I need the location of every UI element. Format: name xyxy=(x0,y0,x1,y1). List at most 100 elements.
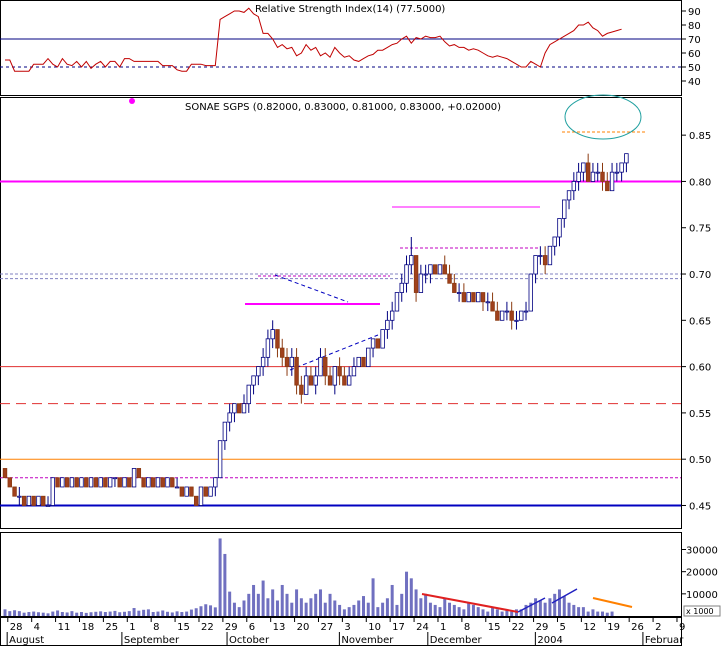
volume-bar xyxy=(113,610,117,616)
candle xyxy=(547,245,553,266)
candle-body-up xyxy=(351,366,357,377)
volume-bar xyxy=(471,604,475,616)
volume-bar xyxy=(108,611,112,616)
volume-bar xyxy=(41,612,45,616)
x-day-label: 11 xyxy=(58,622,71,633)
candle-body-down xyxy=(55,477,60,488)
volume-bar xyxy=(175,611,179,616)
x-day-label: 17 xyxy=(392,622,405,633)
candle-body-up xyxy=(581,162,586,173)
candle-body-down xyxy=(150,477,156,488)
candle-body-up xyxy=(184,486,189,497)
volume-bar xyxy=(572,604,576,616)
candle-body-down xyxy=(509,310,514,321)
candle xyxy=(136,468,142,479)
candle-body-up xyxy=(519,310,524,321)
candle-body-up xyxy=(198,486,204,506)
candle xyxy=(31,495,36,506)
candle-body-up xyxy=(26,495,32,506)
volume-bar xyxy=(577,607,581,616)
candle-body-down xyxy=(2,468,8,479)
volume-bar xyxy=(132,608,136,616)
candle-body-up xyxy=(146,477,151,488)
candle-body-down xyxy=(280,347,285,358)
volume-bar xyxy=(362,596,365,616)
volume-bar xyxy=(486,611,490,616)
candle-body-down xyxy=(12,486,17,497)
candle-body-down xyxy=(189,486,194,497)
volume-bar xyxy=(562,596,566,616)
candle-body-down xyxy=(471,292,476,303)
x-day-label: 15 xyxy=(488,622,501,633)
candle xyxy=(74,477,79,488)
x-day-label: 22 xyxy=(201,622,214,633)
volume-bar xyxy=(347,607,351,616)
candle-body-up xyxy=(428,264,433,275)
volume-bar xyxy=(161,610,165,616)
volume-bar xyxy=(309,598,313,616)
volume-bar xyxy=(252,584,256,616)
candle xyxy=(21,495,27,506)
candle-body-up xyxy=(538,255,543,257)
volume-bar xyxy=(462,609,466,616)
x-month-label: 2004 xyxy=(537,635,562,646)
volume-bar xyxy=(596,611,600,616)
volume-bar xyxy=(448,602,452,616)
candle xyxy=(356,356,361,368)
candle xyxy=(193,495,199,506)
volume-bar xyxy=(256,593,260,616)
rsi-tick-label: 70 xyxy=(688,35,701,46)
x-month-label: September xyxy=(124,635,180,646)
volume-bar xyxy=(156,611,160,616)
candle-body-down xyxy=(447,273,452,284)
candle-body-down xyxy=(342,375,347,386)
candle-body-up xyxy=(389,310,395,321)
candle xyxy=(155,477,161,488)
x-day-label: 15 xyxy=(177,622,190,633)
volume-bar xyxy=(304,602,308,616)
candle xyxy=(394,292,400,312)
volume-bar xyxy=(352,604,356,616)
price-tick-label: 0.55 xyxy=(689,409,711,420)
candle xyxy=(26,495,32,506)
price-tick-label: 0.65 xyxy=(689,316,711,327)
volume-bar xyxy=(424,593,428,616)
x-day-label: 3 xyxy=(344,622,350,633)
candle-body-up xyxy=(404,264,409,284)
volume-bar xyxy=(371,578,375,616)
volume-bar xyxy=(419,598,423,616)
candle-body-down xyxy=(170,477,175,488)
volume-bar xyxy=(601,611,604,616)
candle-body-down xyxy=(127,477,132,488)
x-day-label: 26 xyxy=(631,622,644,633)
x-day-label: 9 xyxy=(679,622,685,633)
candle xyxy=(466,292,471,303)
candle xyxy=(189,486,194,497)
candle xyxy=(208,486,213,497)
volume-bar xyxy=(84,612,88,616)
candle xyxy=(36,495,41,506)
volume-bar xyxy=(146,609,150,616)
candle-body-up xyxy=(466,292,471,303)
volume-bar xyxy=(510,611,514,616)
x-day-label: 1 xyxy=(440,622,446,633)
volume-bar xyxy=(223,553,227,616)
volume-bar xyxy=(452,604,456,616)
candle-body-up xyxy=(251,375,256,386)
candle-body-down xyxy=(461,292,467,303)
candle xyxy=(141,477,146,488)
candle-body-up xyxy=(514,319,519,322)
volume-bar xyxy=(204,604,208,616)
candle-body-up xyxy=(385,319,390,330)
candle xyxy=(237,403,242,414)
volume-bar xyxy=(586,611,590,616)
volume-bar xyxy=(280,584,284,616)
candle xyxy=(170,477,175,488)
x-day-label: 12 xyxy=(583,622,596,633)
rsi-tick-label: 60 xyxy=(688,49,701,60)
candle-body-up xyxy=(79,477,84,488)
candle-body-up xyxy=(456,292,462,294)
x-day-label: 19 xyxy=(607,622,620,633)
candle-body-up xyxy=(504,310,510,313)
volume-bar xyxy=(36,612,40,616)
